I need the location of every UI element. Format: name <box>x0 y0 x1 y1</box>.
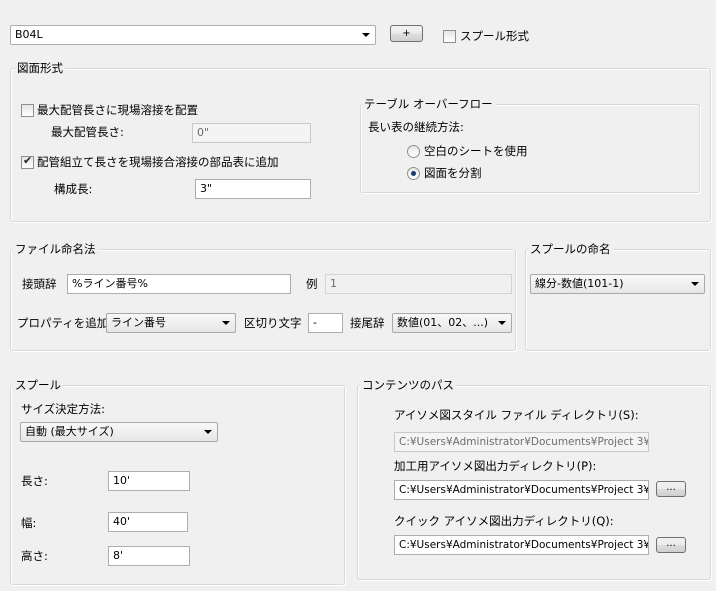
add-property-select[interactable]: ライン番号 <box>106 313 236 333</box>
add-to-bom-checkbox[interactable]: ✔ <box>21 154 34 169</box>
style-select[interactable]: B04L <box>10 25 376 45</box>
sizing-method-select[interactable]: 自動 (最大サイズ) <box>20 422 218 442</box>
max-pipe-length-checkbox-label: 最大配管長さに現場溶接を配置 <box>37 103 198 117</box>
fab-output-dir-field[interactable]: C:¥Users¥Administrator¥Documents¥Project… <box>394 480 649 500</box>
construction-length-value: 3" <box>200 182 213 195</box>
fab-output-browse-button[interactable]: ... <box>656 481 686 497</box>
construction-length-label: 構成長: <box>54 182 93 196</box>
prefix-label: 接頭辞 <box>22 277 57 291</box>
construction-length-field[interactable]: 3" <box>195 179 311 199</box>
example-label: 例 <box>306 277 318 291</box>
check-icon: ✔ <box>23 154 33 167</box>
spool-format-label: スプール形式 <box>460 29 529 43</box>
height-label: 高さ: <box>21 549 48 563</box>
chevron-down-icon <box>222 321 230 325</box>
suffix-select[interactable]: 数値(01、02、...) <box>392 313 512 333</box>
spool-naming-select[interactable]: 線分-数値(101-1) <box>530 274 705 294</box>
prefix-field[interactable]: %ライン番号% <box>67 274 291 294</box>
spool-naming-value: 線分-数値(101-1) <box>535 277 624 290</box>
iso-style-dir-label: アイソメ図スタイル ファイル ディレクトリ(S): <box>394 408 639 422</box>
quick-output-dir-field[interactable]: C:¥Users¥Administrator¥Documents¥Project… <box>394 535 649 555</box>
add-property-label: プロパティを追加 <box>17 316 109 330</box>
fab-output-dir-value: C:¥Users¥Administrator¥Documents¥Project… <box>399 484 649 496</box>
spool-naming-group <box>525 249 711 351</box>
style-select-value: B04L <box>15 28 43 41</box>
width-field[interactable]: 40' <box>108 512 188 532</box>
fab-output-dir-label: 加工用アイソメ図出力ディレクトリ(P): <box>394 459 597 473</box>
height-value: 8' <box>113 549 124 562</box>
suffix-value: 数値(01、02、...) <box>397 316 489 329</box>
continuation-method-label: 長い表の継続方法: <box>368 120 464 134</box>
width-label: 幅: <box>21 516 37 530</box>
table-overflow-legend: テーブル オーバーフロー <box>362 97 495 111</box>
length-field[interactable]: 10' <box>108 471 190 491</box>
sizing-method-value: 自動 (最大サイズ) <box>25 425 114 438</box>
iso-style-dir-value: C:¥Users¥Administrator¥Documents¥Project… <box>399 436 649 448</box>
file-naming-group <box>10 249 516 351</box>
content-path-legend: コンテンツのパス <box>360 378 456 392</box>
split-drawing-label: 図面を分割 <box>424 166 482 180</box>
height-field[interactable]: 8' <box>108 546 190 566</box>
chevron-down-icon <box>362 33 370 37</box>
length-value: 10' <box>113 474 131 487</box>
max-pipe-length-field[interactable]: 0" <box>192 123 311 143</box>
add-to-bom-label: 配管組立て長さを現場接合溶接の部品表に追加 <box>37 155 279 169</box>
blank-sheet-radio[interactable] <box>407 145 420 158</box>
add-property-value: ライン番号 <box>111 316 166 329</box>
length-label: 長さ: <box>21 474 48 488</box>
quick-output-dir-value: C:¥Users¥Administrator¥Documents¥Project… <box>399 539 649 551</box>
separator-label: 区切り文字 <box>244 316 302 330</box>
chevron-down-icon <box>204 430 212 434</box>
separator-field[interactable]: - <box>308 313 343 333</box>
prefix-value: %ライン番号% <box>72 277 148 290</box>
max-pipe-length-value: 0" <box>197 126 210 139</box>
iso-style-dir-field[interactable]: C:¥Users¥Administrator¥Documents¥Project… <box>394 432 649 452</box>
quick-output-dir-label: クイック アイソメ図出力ディレクトリ(Q): <box>394 514 614 528</box>
spool-naming-legend: スプールの命名 <box>528 242 613 256</box>
spool-format-checkbox[interactable] <box>443 30 456 43</box>
split-drawing-radio[interactable] <box>407 167 420 180</box>
separator-value: - <box>313 316 317 329</box>
example-field: 1 <box>325 274 512 294</box>
suffix-label: 接尾辞 <box>350 316 385 330</box>
sizing-method-label: サイズ決定方法: <box>21 402 106 416</box>
max-pipe-length-checkbox[interactable] <box>21 104 34 117</box>
chevron-down-icon <box>691 282 699 286</box>
add-button-label: + <box>402 28 411 39</box>
width-value: 40' <box>113 515 131 528</box>
add-style-button[interactable]: + <box>390 25 423 42</box>
max-pipe-length-label: 最大配管長さ: <box>51 125 124 139</box>
spool-legend: スプール <box>13 378 63 392</box>
radio-selected-dot <box>411 171 416 176</box>
quick-output-browse-button[interactable]: ... <box>656 537 686 553</box>
example-value: 1 <box>330 277 337 290</box>
chevron-down-icon <box>498 321 506 325</box>
drawing-format-legend: 図面形式 <box>15 61 65 75</box>
file-naming-legend: ファイル命名法 <box>13 242 98 256</box>
browse-label: ... <box>666 482 676 493</box>
browse-label: ... <box>666 538 676 549</box>
blank-sheet-label: 空白のシートを使用 <box>424 144 528 158</box>
